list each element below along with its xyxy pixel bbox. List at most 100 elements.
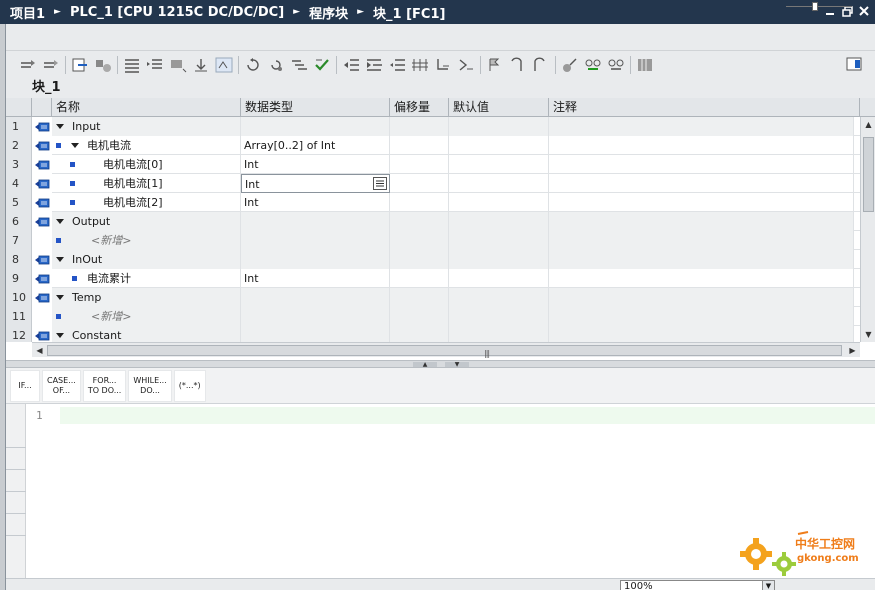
chevron-down-icon[interactable]: ▼ [762,581,774,590]
collapse-down-icon[interactable]: ▼ [445,362,469,368]
cell-comment[interactable] [549,250,854,269]
cell-default[interactable] [449,326,549,342]
expand-triangle-icon[interactable] [56,124,64,129]
cell-name[interactable]: Temp [52,288,241,307]
cell-comment[interactable] [549,307,854,326]
cell-offset[interactable] [390,231,449,250]
table-row[interactable]: 7 <新增> [6,231,860,250]
column-header-comment[interactable]: 注释 [549,98,860,117]
cell-comment[interactable] [549,174,854,193]
cell-name[interactable]: 电流累计 [52,269,241,288]
table-row[interactable]: 12 Constant [6,326,860,342]
cell-data-type[interactable]: Array[0..2] of Int [241,136,390,155]
cell-default[interactable] [449,288,549,307]
pane-splitter[interactable]: ▲ ▼ [6,360,875,368]
cell-name[interactable]: <新增> [52,307,241,326]
panel-toggle-icon[interactable] [845,55,863,73]
cell-data-type[interactable] [241,231,390,250]
cell-name[interactable]: Output [52,212,241,231]
decrease-indent-icon[interactable] [387,55,406,74]
bookmark-prev-icon[interactable] [531,55,550,74]
expand-triangle-icon[interactable] [56,333,64,338]
cell-name[interactable]: InOut [52,250,241,269]
cell-comment[interactable] [549,212,854,231]
snippet-button[interactable]: IF... [10,369,40,402]
cell-name[interactable]: 电机电流[2] [52,193,241,212]
snippet-button[interactable]: CASE... OF... [42,369,81,402]
monitoring-icon[interactable] [560,55,579,74]
snippet-button[interactable]: FOR... TO DO... [82,369,127,402]
table-row[interactable]: 10 Temp [6,288,860,307]
row-number[interactable]: 2 [6,136,32,155]
cell-offset[interactable] [390,193,449,212]
cell-default[interactable] [449,269,549,288]
rotate-left-icon[interactable] [243,55,262,74]
cell-default[interactable] [449,117,549,136]
row-number[interactable]: 4 [6,174,32,193]
align-columns-icon[interactable] [410,55,429,74]
cell-comment[interactable] [549,269,854,288]
cell-data-type[interactable]: Int [241,174,390,193]
toggle-view-icon[interactable] [214,55,233,74]
breadcrumb-block[interactable]: 块_1 [FC1] [373,3,445,22]
zoom-slider-handle[interactable] [812,2,818,11]
scroll-thumb-horizontal[interactable]: ||| [47,345,842,358]
expand-triangle-icon[interactable] [56,257,64,262]
collapse-icon[interactable] [433,55,452,74]
cell-default[interactable] [449,136,549,155]
cell-data-type[interactable]: Int [241,155,390,174]
cell-name[interactable]: 电机电流[0] [52,155,241,174]
cell-name[interactable]: 电机电流 [52,136,241,155]
row-number[interactable]: 12 [6,326,32,342]
horizontal-scrollbar[interactable]: ◀ ||| ▶ [32,342,860,358]
cell-data-type[interactable] [241,117,390,136]
cell-data-type[interactable] [241,307,390,326]
scroll-thumb[interactable] [863,137,874,212]
type-picker-icon[interactable] [373,177,387,190]
cell-comment[interactable] [549,155,854,174]
expand-icon[interactable] [456,55,475,74]
download-icon[interactable] [191,55,210,74]
breadcrumb-plc[interactable]: PLC_1 [CPU 1215C DC/DC/DC] [70,5,284,20]
zoom-slider-track[interactable] [786,6,852,7]
row-number[interactable]: 9 [6,269,32,288]
cell-offset[interactable] [390,174,449,193]
cell-comment[interactable] [549,193,854,212]
column-header-default[interactable]: 默认值 [449,98,549,117]
table-row[interactable]: 5 电机电流[2] Int [6,193,860,212]
row-number[interactable]: 7 [6,231,32,250]
cell-offset[interactable] [390,155,449,174]
cell-offset[interactable] [390,269,449,288]
zoom-select[interactable]: 100% ▼ [620,580,775,590]
cell-default[interactable] [449,155,549,174]
row-number[interactable]: 6 [6,212,32,231]
row-number[interactable]: 8 [6,250,32,269]
list-view-icon[interactable] [122,55,141,74]
expand-triangle-icon[interactable] [56,219,64,224]
cell-name[interactable]: 电机电流[1] [52,174,241,193]
cell-data-type[interactable] [241,250,390,269]
cell-comment[interactable] [549,288,854,307]
cell-default[interactable] [449,174,549,193]
table-row[interactable]: 3 电机电流[0] Int [6,155,860,174]
block-settings-icon[interactable] [93,55,112,74]
current-line-highlight[interactable] [60,407,875,424]
breadcrumb-project[interactable]: 项目1 [10,3,45,22]
expand-triangle-icon[interactable] [56,295,64,300]
column-header-type[interactable]: 数据类型 [241,98,390,117]
cell-offset[interactable] [390,117,449,136]
cell-comment[interactable] [549,117,854,136]
cell-data-type[interactable]: Int [241,193,390,212]
cell-offset[interactable] [390,212,449,231]
cell-data-type[interactable] [241,212,390,231]
vertical-scrollbar[interactable]: ▲ ▼ [860,117,875,342]
snippet-button[interactable]: (*...*) [173,369,206,402]
cell-comment[interactable] [549,326,854,342]
row-number[interactable]: 10 [6,288,32,307]
table-row[interactable]: 8 InOut [6,250,860,269]
row-number[interactable]: 1 [6,117,32,136]
cell-name[interactable]: <新增> [52,231,241,250]
table-row[interactable]: 2 电机电流 Array[0..2] of Int [6,136,860,155]
scroll-up-icon[interactable]: ▲ [861,117,875,132]
row-number[interactable]: 3 [6,155,32,174]
